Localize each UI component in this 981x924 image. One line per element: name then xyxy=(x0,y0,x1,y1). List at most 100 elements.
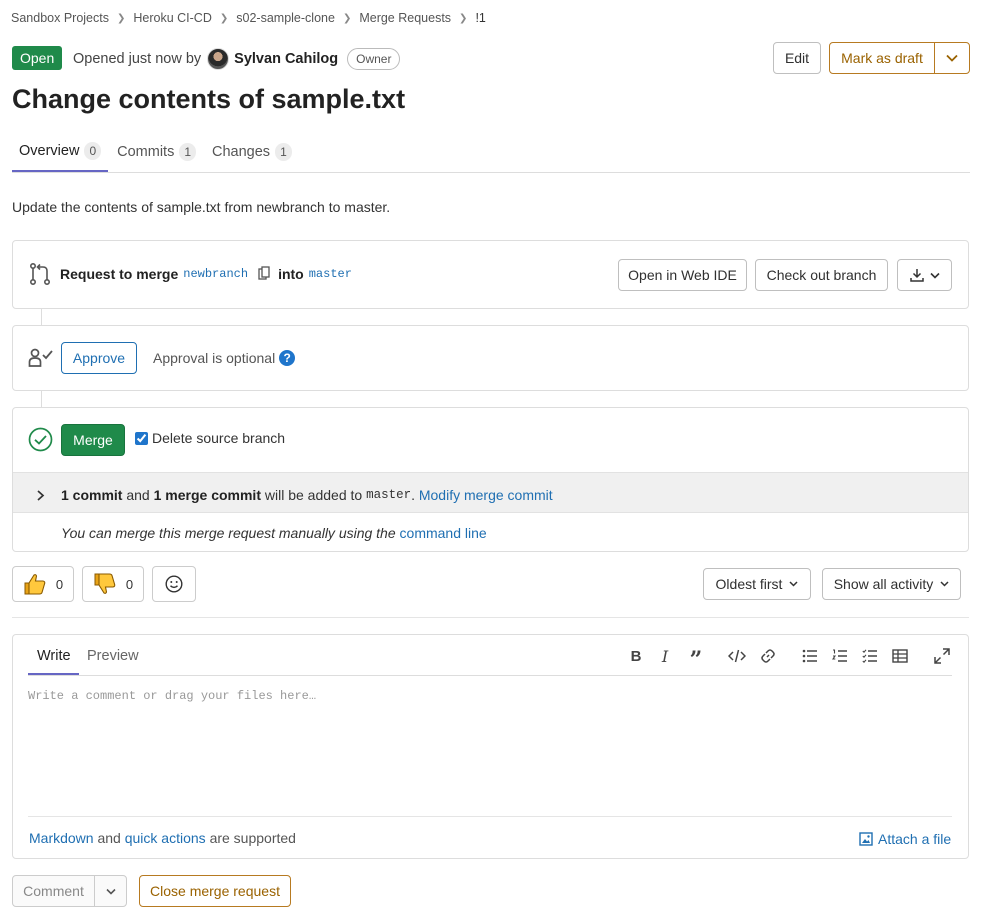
chevron-down-icon xyxy=(105,888,116,895)
comment-split-button: Comment xyxy=(12,875,127,907)
chevron-down-icon xyxy=(940,581,949,587)
bold-icon[interactable]: B xyxy=(626,646,646,666)
git-merge-icon xyxy=(28,262,52,289)
thumbs-down-count: 0 xyxy=(125,576,134,592)
italic-icon[interactable]: I xyxy=(655,646,675,666)
numbered-list-icon[interactable] xyxy=(830,646,850,666)
chevron-right-icon[interactable] xyxy=(36,488,45,504)
divider xyxy=(12,617,969,618)
role-badge: Owner xyxy=(347,48,401,70)
attach-file-button[interactable]: Attach a file xyxy=(859,831,951,847)
tab-overview[interactable]: Overview 0 xyxy=(12,131,109,172)
code-icon[interactable] xyxy=(727,646,747,666)
mr-tabs: Overview 0 Commits 1 Changes 1 xyxy=(12,131,970,173)
tab-count: 1 xyxy=(179,143,197,161)
check-circle-icon xyxy=(28,427,53,455)
chevron-right-icon: ❯ xyxy=(459,12,468,24)
target-branch[interactable]: master xyxy=(309,267,352,281)
breadcrumb-project[interactable]: s02-sample-clone xyxy=(236,11,335,25)
request-label: Request to merge xyxy=(60,266,179,282)
approval-optional: Approval is optional ? xyxy=(153,350,296,366)
merge-commit-count: 1 merge commit xyxy=(153,487,261,503)
merge-target: master xyxy=(366,488,412,502)
tab-label: Changes xyxy=(212,144,271,160)
thumbs-down-icon xyxy=(94,573,116,594)
tab-preview[interactable]: Preview xyxy=(87,648,139,664)
chevron-down-icon xyxy=(929,272,940,279)
breadcrumb: Sandbox Projects ❯ Heroku CI-CD ❯ s02-sa… xyxy=(11,10,486,26)
table-icon[interactable] xyxy=(890,646,910,666)
tab-changes[interactable]: Changes 1 xyxy=(205,131,299,173)
tab-count: 1 xyxy=(275,143,292,161)
thumbs-up-icon xyxy=(24,574,46,595)
close-merge-request-button[interactable]: Close merge request xyxy=(139,875,291,907)
mark-as-draft-button[interactable]: Mark as draft xyxy=(830,43,935,73)
comment-button[interactable]: Comment xyxy=(13,876,95,906)
thumbs-up-button[interactable]: 0 xyxy=(12,566,74,602)
edit-button[interactable]: Edit xyxy=(773,42,821,74)
thumbs-up-count: 0 xyxy=(55,576,64,592)
active-tab-underline xyxy=(28,673,79,675)
draft-options-toggle[interactable] xyxy=(935,43,969,73)
comment-options-toggle[interactable] xyxy=(95,876,126,906)
comment-textarea[interactable]: Write a comment or drag your files here… xyxy=(28,689,316,703)
sort-order-dropdown[interactable]: Oldest first xyxy=(703,568,811,600)
add-reaction-button[interactable] xyxy=(152,566,196,602)
status-badge: Open xyxy=(12,46,63,70)
manual-merge-text: You can merge this merge request manuall… xyxy=(61,525,396,541)
help-icon[interactable]: ? xyxy=(279,350,296,366)
editor-divider xyxy=(28,816,952,817)
chevron-right-icon: ❯ xyxy=(342,12,352,24)
check-out-branch-button[interactable]: Check out branch xyxy=(755,259,888,291)
link-icon[interactable] xyxy=(758,646,778,666)
fullscreen-icon[interactable] xyxy=(932,646,952,666)
mark-as-draft-split-button: Mark as draft xyxy=(829,42,970,74)
chevron-down-icon xyxy=(946,54,958,62)
opened-by-line: Opened just now by Sylvan Cahilog Owner xyxy=(73,47,401,71)
modify-merge-commit-link[interactable]: Modify merge commit xyxy=(419,487,553,503)
supported-text: are supported xyxy=(209,830,296,846)
page-title: Change contents of sample.txt xyxy=(12,84,406,114)
author-name[interactable]: Sylvan Cahilog xyxy=(234,51,338,67)
will-be-added-text: will be added to xyxy=(264,487,363,503)
download-dropdown-button[interactable] xyxy=(897,259,952,291)
open-web-ide-button[interactable]: Open in Web IDE xyxy=(618,259,747,291)
markdown-link[interactable]: Markdown xyxy=(29,830,94,846)
breadcrumb-merge-requests[interactable]: Merge Requests xyxy=(359,11,451,25)
manual-merge-hint: You can merge this merge request manuall… xyxy=(61,525,487,541)
activity-filter-dropdown[interactable]: Show all activity xyxy=(822,568,961,600)
commit-summary-text: 1 commit and 1 merge commit will be adde… xyxy=(61,487,553,503)
delete-source-branch[interactable]: Delete source branch xyxy=(135,430,285,446)
chevron-right-icon: ❯ xyxy=(116,12,126,24)
copy-icon[interactable] xyxy=(258,265,270,283)
image-icon xyxy=(859,832,873,846)
opened-text: Opened just now by xyxy=(73,51,202,67)
tab-label: Commits xyxy=(117,144,175,160)
approval-user-icon xyxy=(28,347,54,372)
tab-label: Overview xyxy=(19,142,80,159)
merge-button[interactable]: Merge xyxy=(61,424,125,456)
commit-count: 1 commit xyxy=(61,487,123,503)
breadcrumb-heroku-ci-cd[interactable]: Heroku CI-CD xyxy=(133,11,212,25)
avatar[interactable] xyxy=(207,48,230,70)
tab-commits[interactable]: Commits 1 xyxy=(110,131,203,173)
task-list-icon[interactable] xyxy=(860,646,880,666)
tab-count: 0 xyxy=(84,141,102,160)
quote-icon[interactable]: ” xyxy=(686,646,706,671)
quick-actions-link[interactable]: quick actions xyxy=(125,830,206,846)
delete-source-checkbox[interactable] xyxy=(135,431,148,445)
source-branch[interactable]: newbranch xyxy=(183,267,248,281)
markdown-note: Markdown and quick actions are supported xyxy=(29,830,296,846)
sort-order-label: Oldest first xyxy=(715,576,783,592)
tab-write[interactable]: Write xyxy=(37,648,71,664)
command-line-link[interactable]: command line xyxy=(400,525,487,541)
approve-button[interactable]: Approve xyxy=(61,342,137,374)
smiley-icon xyxy=(165,575,183,593)
thumbs-down-button[interactable]: 0 xyxy=(82,566,144,602)
widget-connector xyxy=(41,309,42,325)
bullet-list-icon[interactable] xyxy=(800,646,820,666)
download-icon xyxy=(909,269,924,282)
breadcrumb-mr-id[interactable]: !1 xyxy=(475,11,485,25)
breadcrumb-sandbox-projects[interactable]: Sandbox Projects xyxy=(11,11,109,25)
delete-source-label: Delete source branch xyxy=(152,430,286,446)
